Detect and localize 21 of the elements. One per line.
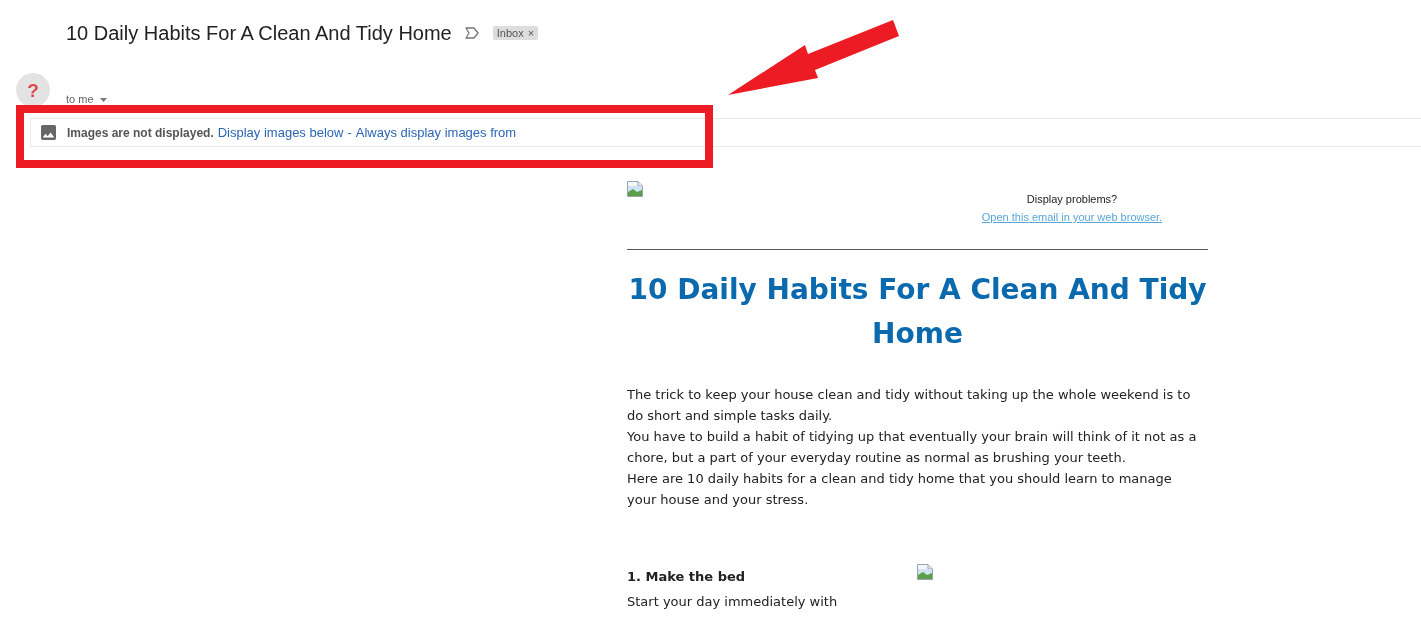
question-mark: ? <box>27 80 39 100</box>
remove-label-button[interactable]: × <box>527 26 535 40</box>
image-icon <box>41 125 56 140</box>
email-subject: 10 Daily Habits For A Clean And Tidy Home <box>66 21 452 46</box>
dropdown-caret-icon[interactable] <box>99 97 107 102</box>
display-images-link[interactable]: Always display images from <box>355 122 517 143</box>
display-images-link[interactable]: Display images below <box>217 122 344 143</box>
body-paragraph: The trick to keep your house clean and tidy without taking up the whole weekend is to do short and simple tasks daily. <box>627 386 1192 425</box>
section-text: Start your day immediately with <box>627 594 839 610</box>
section-title: 1. Make the bed <box>627 569 746 584</box>
broken-image-icon <box>627 181 643 197</box>
separator-text: - <box>347 123 352 142</box>
notice-message: Images are not displayed. <box>67 124 214 142</box>
recipient-text: to me <box>66 93 94 106</box>
label-icon[interactable] <box>464 27 479 39</box>
broken-image-icon <box>917 564 933 580</box>
label-text: Inbox <box>496 26 524 40</box>
body-paragraph: You have to build a habit of tidying up that eventually your brain will think of it not as a chore, but a part of your everyday routine as normal as brushing your teeth. <box>627 428 1198 467</box>
body-paragraph: Here are 10 daily habits for a clean and tidy home that you should learn to manage your house and your stress. <box>627 470 1173 509</box>
email-heading: 10 Daily Habits For A Clean And Tidy Home <box>627 272 1208 352</box>
display-problems-text: Display problems? <box>1026 192 1118 206</box>
